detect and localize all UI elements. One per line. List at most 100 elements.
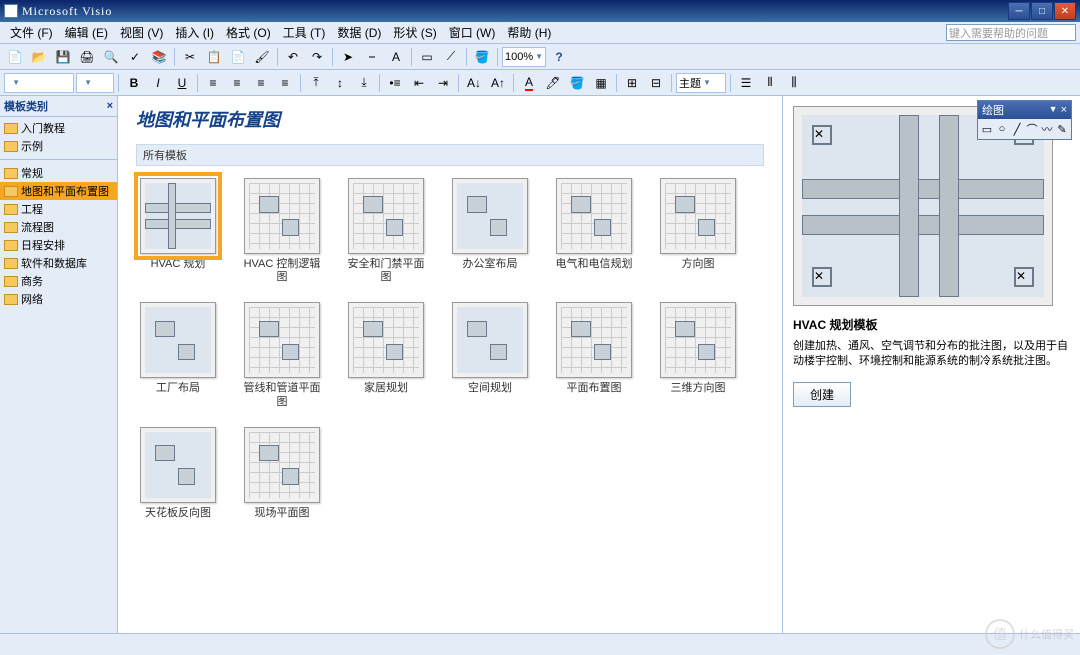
shadow-button[interactable]: ▦	[590, 72, 612, 94]
ungroup-button[interactable]: ⊟	[645, 72, 667, 94]
template-item-4[interactable]: 电气和电信规划	[552, 178, 636, 284]
arc-icon[interactable]: ⌒	[1025, 121, 1039, 137]
drawing-toolbar-close-icon[interactable]: ×	[1061, 104, 1067, 116]
line-color-button[interactable]: 🖊	[542, 72, 564, 94]
ellipse-icon[interactable]: ○	[995, 121, 1009, 137]
align-top-button[interactable]: ⤒	[305, 72, 327, 94]
connector-tool-button[interactable]: ⎯	[361, 46, 383, 68]
layers-button[interactable]: ☰	[735, 72, 757, 94]
rectangle-tool-button[interactable]: ▭	[416, 46, 438, 68]
help-search-input[interactable]	[946, 24, 1076, 41]
theme-dropdown[interactable]: 主题▼	[676, 73, 726, 93]
redo-button[interactable]: ↷	[306, 46, 328, 68]
rectangle-icon[interactable]: ▭	[980, 121, 994, 137]
align-justify-button[interactable]: ≡	[274, 72, 296, 94]
undo-button[interactable]: ↶	[282, 46, 304, 68]
folder-icon	[4, 141, 18, 152]
drawing-toolbar[interactable]: 绘图 ▼ × ▭ ○ ╱ ⌒ 〰 ✎	[977, 100, 1072, 140]
menu-item-8[interactable]: 窗口 (W)	[443, 22, 502, 43]
close-button[interactable]: ✕	[1054, 2, 1076, 20]
sidebar-category-5[interactable]: 软件和数据库	[0, 254, 117, 272]
sidebar-category-0[interactable]: 常规	[0, 164, 117, 182]
menu-item-2[interactable]: 视图 (V)	[114, 22, 169, 43]
folder-icon	[4, 258, 18, 269]
underline-button[interactable]: U	[171, 72, 193, 94]
sidebar-category-6[interactable]: 商务	[0, 272, 117, 290]
template-item-3[interactable]: 办公室布局	[448, 178, 532, 284]
align-left-button[interactable]: ≡	[202, 72, 224, 94]
bold-button[interactable]: B	[123, 72, 145, 94]
decrease-font-button[interactable]: A↓	[463, 72, 485, 94]
text-tool-button[interactable]: A	[385, 46, 407, 68]
decrease-indent-button[interactable]: ⇤	[408, 72, 430, 94]
open-button[interactable]: 📂	[28, 46, 50, 68]
sidebar-top-item-1[interactable]: 示例	[0, 137, 117, 155]
sidebar-category-7[interactable]: 网络	[0, 290, 117, 308]
line-tool-button[interactable]: ⟋	[440, 46, 462, 68]
menu-item-1[interactable]: 编辑 (E)	[59, 22, 114, 43]
template-item-9[interactable]: 空间规划	[448, 302, 532, 408]
template-item-5[interactable]: 方向图	[656, 178, 740, 284]
research-button[interactable]: 📚	[148, 46, 170, 68]
increase-font-button[interactable]: A↑	[487, 72, 509, 94]
sidebar-category-4[interactable]: 日程安排	[0, 236, 117, 254]
menu-item-5[interactable]: 工具 (T)	[277, 22, 332, 43]
create-button[interactable]: 创建	[793, 382, 851, 407]
align-middle-button[interactable]: ↕	[329, 72, 351, 94]
font-dropdown[interactable]: ▼	[4, 73, 74, 93]
menu-item-3[interactable]: 插入 (I)	[169, 22, 220, 43]
italic-button[interactable]: I	[147, 72, 169, 94]
maximize-button[interactable]: □	[1031, 2, 1053, 20]
new-button[interactable]: 📄	[4, 46, 26, 68]
menu-item-7[interactable]: 形状 (S)	[387, 22, 442, 43]
pointer-tool-button[interactable]: ➤	[337, 46, 359, 68]
paste-button[interactable]: 📄	[227, 46, 249, 68]
template-item-0[interactable]: HVAC 规划	[136, 178, 220, 284]
zoom-dropdown[interactable]: 100%▼	[502, 47, 546, 67]
increase-indent-button[interactable]: ⇥	[432, 72, 454, 94]
menu-item-6[interactable]: 数据 (D)	[331, 22, 387, 43]
align-bottom-button[interactable]: ⤓	[353, 72, 375, 94]
sidebar-category-3[interactable]: 流程图	[0, 218, 117, 236]
drawing-toolbar-options-icon[interactable]: ▼	[1049, 104, 1058, 116]
font-color-button[interactable]: A	[518, 72, 540, 94]
template-item-1[interactable]: HVAC 控制逻辑图	[240, 178, 324, 284]
copy-button[interactable]: 📋	[203, 46, 225, 68]
template-item-13[interactable]: 现场平面图	[240, 427, 324, 520]
menu-item-0[interactable]: 文件 (F)	[4, 22, 59, 43]
fill-color-button-2[interactable]: 🪣	[566, 72, 588, 94]
fill-color-button[interactable]: 🪣	[471, 46, 493, 68]
distribute-button[interactable]: ⫼	[783, 72, 805, 94]
align-center-button[interactable]: ≡	[226, 72, 248, 94]
save-button[interactable]: 💾	[52, 46, 74, 68]
template-item-12[interactable]: 天花板反向图	[136, 427, 220, 520]
minimize-button[interactable]: ─	[1008, 2, 1030, 20]
group-button[interactable]: ⊞	[621, 72, 643, 94]
print-preview-button[interactable]: 🔍	[100, 46, 122, 68]
line-icon[interactable]: ╱	[1010, 121, 1024, 137]
menu-item-4[interactable]: 格式 (O)	[220, 22, 277, 43]
template-item-8[interactable]: 家居规划	[344, 302, 428, 408]
pencil-icon[interactable]: ✎	[1055, 121, 1069, 137]
bullets-button[interactable]: •≡	[384, 72, 406, 94]
sidebar-item-label: 软件和数据库	[21, 255, 87, 271]
cut-button[interactable]: ✂	[179, 46, 201, 68]
align-right-button[interactable]: ≡	[250, 72, 272, 94]
freeform-icon[interactable]: 〰	[1040, 121, 1054, 137]
sidebar-category-2[interactable]: 工程	[0, 200, 117, 218]
template-item-10[interactable]: 平面布置图	[552, 302, 636, 408]
help-button[interactable]: ?	[548, 46, 570, 68]
spelling-button[interactable]: ✓	[124, 46, 146, 68]
template-item-2[interactable]: 安全和门禁平面图	[344, 178, 428, 284]
template-item-7[interactable]: 管线和管道平面图	[240, 302, 324, 408]
template-item-6[interactable]: 工厂布局	[136, 302, 220, 408]
print-button[interactable]: 🖨	[76, 46, 98, 68]
template-item-11[interactable]: 三维方向图	[656, 302, 740, 408]
font-size-dropdown[interactable]: ▼	[76, 73, 114, 93]
sidebar-top-item-0[interactable]: 入门教程	[0, 119, 117, 137]
format-painter-button[interactable]: 🖌	[251, 46, 273, 68]
menu-item-9[interactable]: 帮助 (H)	[501, 22, 557, 43]
align-shapes-button[interactable]: ⫴	[759, 72, 781, 94]
sidebar-close-icon[interactable]: ×	[107, 100, 113, 112]
sidebar-category-1[interactable]: 地图和平面布置图	[0, 182, 117, 200]
